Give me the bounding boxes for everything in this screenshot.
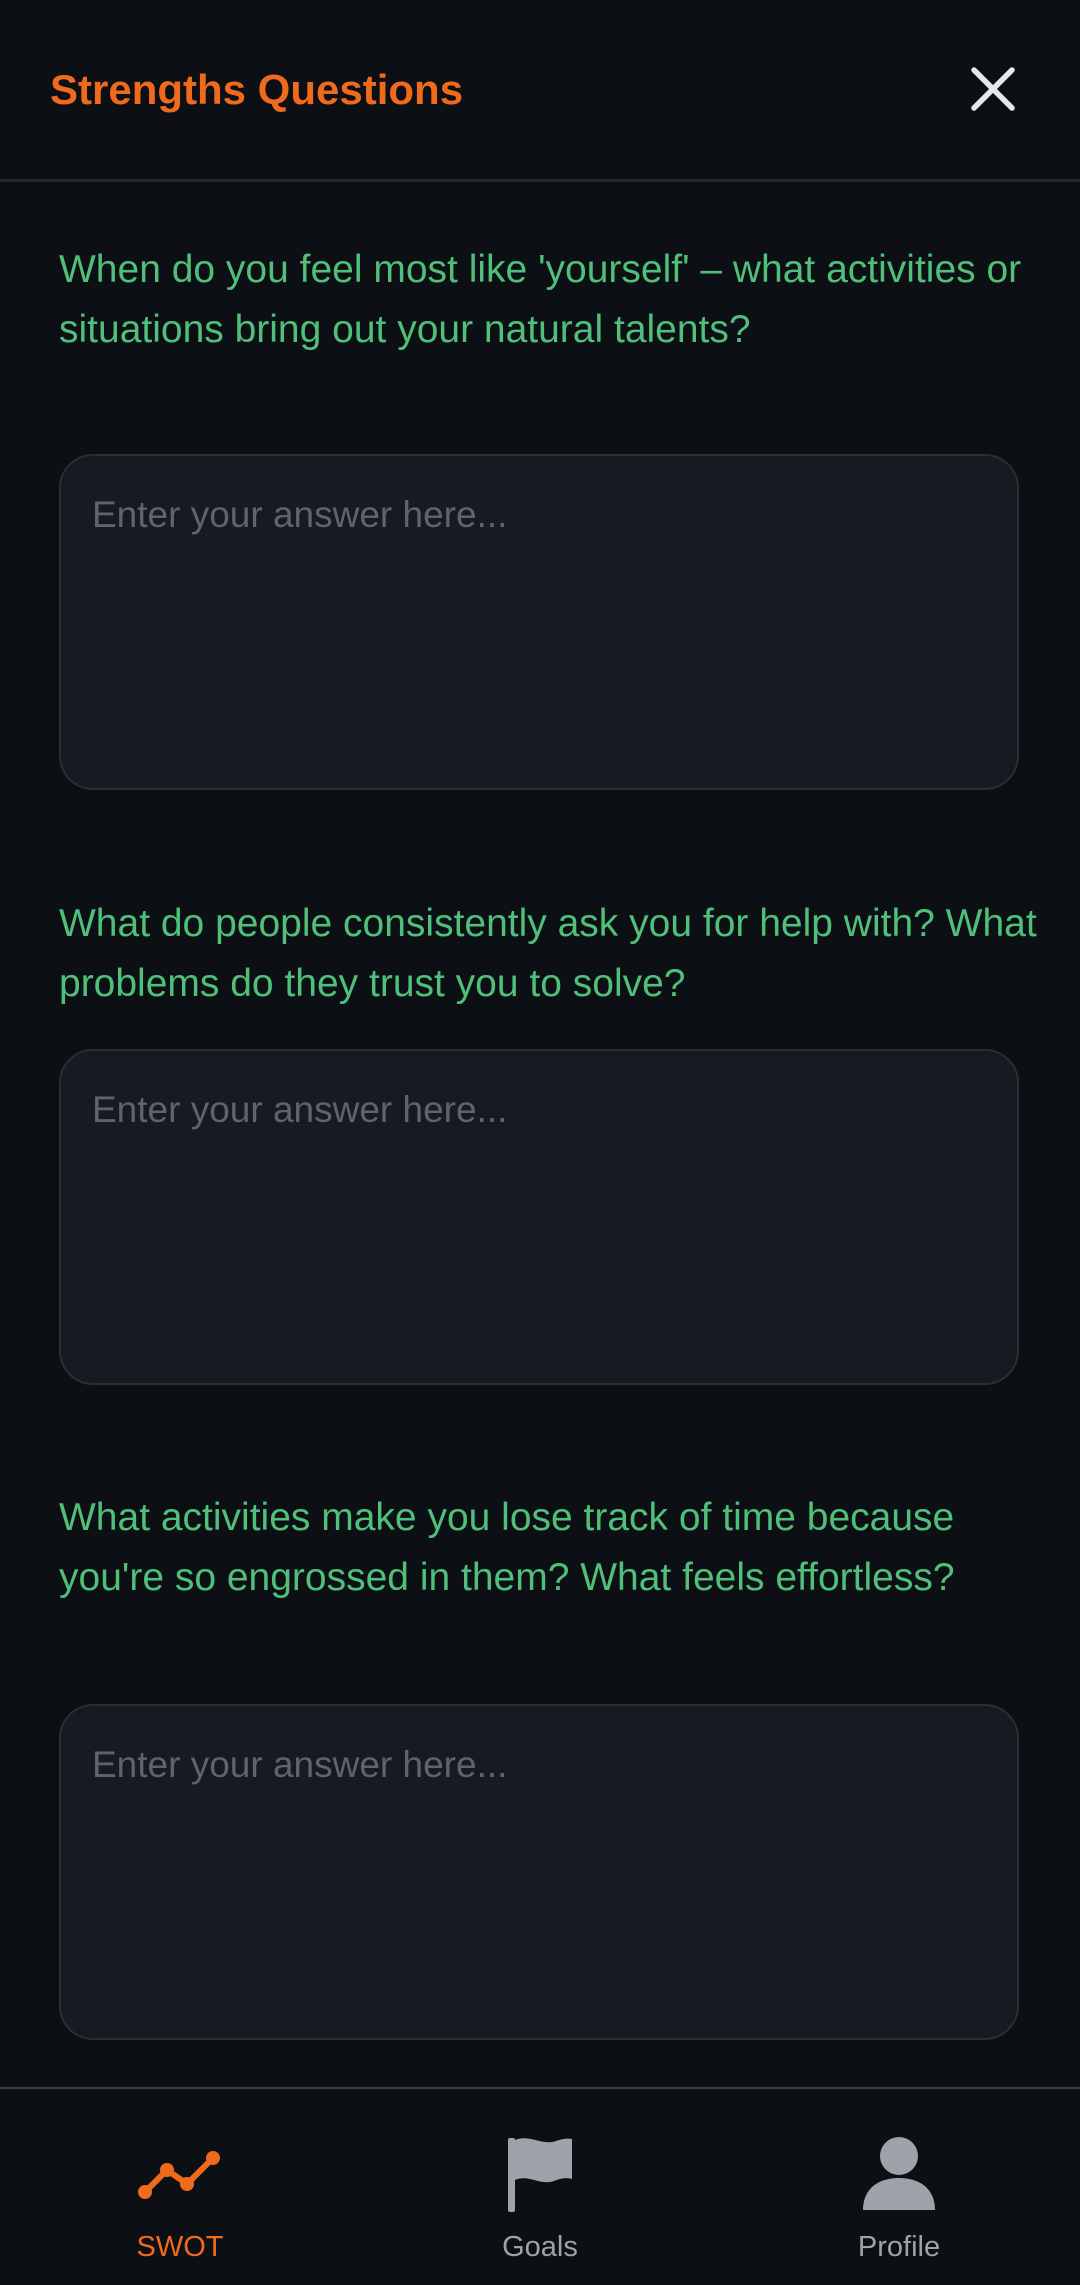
nav-item-goals[interactable]: Goals bbox=[420, 2089, 660, 2285]
app-header: Strengths Questions bbox=[0, 0, 1080, 182]
nav-label-goals: Goals bbox=[502, 2231, 578, 2263]
trend-line-icon bbox=[135, 2129, 225, 2219]
close-icon bbox=[971, 67, 1015, 111]
question-1-text: When do you feel most like 'yourself' – … bbox=[59, 248, 1022, 351]
bottom-navigation: SWOT Goals Profile bbox=[0, 2087, 1080, 2285]
nav-label-profile: Profile bbox=[857, 2231, 941, 2263]
close-button[interactable] bbox=[952, 48, 1034, 130]
nav-label-swot: SWOT bbox=[136, 2231, 224, 2263]
question-3-text: What activities make you lose track of t… bbox=[59, 1496, 955, 1599]
person-icon bbox=[854, 2129, 944, 2219]
answer-1-input[interactable] bbox=[59, 454, 1019, 790]
question-2-text: What do people consistently ask you for … bbox=[59, 902, 1037, 1005]
answer-2-input[interactable] bbox=[59, 1049, 1019, 1385]
nav-item-swot[interactable]: SWOT bbox=[60, 2089, 300, 2285]
flag-icon bbox=[495, 2129, 585, 2219]
nav-item-profile[interactable]: Profile bbox=[779, 2089, 1019, 2285]
page-title: Strengths Questions bbox=[50, 66, 464, 113]
answer-3-input[interactable] bbox=[59, 1704, 1019, 2040]
